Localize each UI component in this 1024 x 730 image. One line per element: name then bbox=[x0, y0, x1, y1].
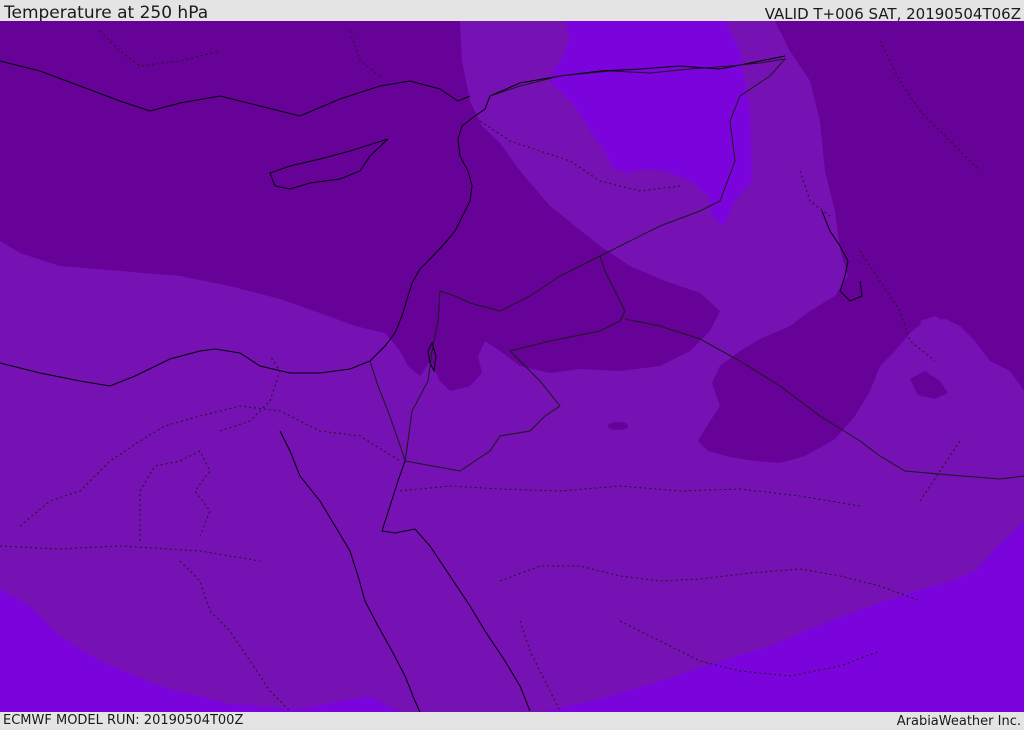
header-bar: Temperature at 250 hPa VALID T+006 SAT, … bbox=[0, 0, 1024, 23]
map-canvas bbox=[0, 21, 1024, 712]
temperature-band-warm-dot bbox=[608, 422, 628, 430]
credit-label: ArabiaWeather Inc. bbox=[896, 714, 1021, 729]
footer-bar: ECMWF MODEL RUN: 20190504T00Z ArabiaWeat… bbox=[0, 712, 1024, 729]
temperature-map[interactable] bbox=[0, 21, 1024, 712]
model-run-label: ECMWF MODEL RUN: 20190504T00Z bbox=[3, 713, 244, 728]
map-title: Temperature at 250 hPa bbox=[4, 3, 209, 23]
